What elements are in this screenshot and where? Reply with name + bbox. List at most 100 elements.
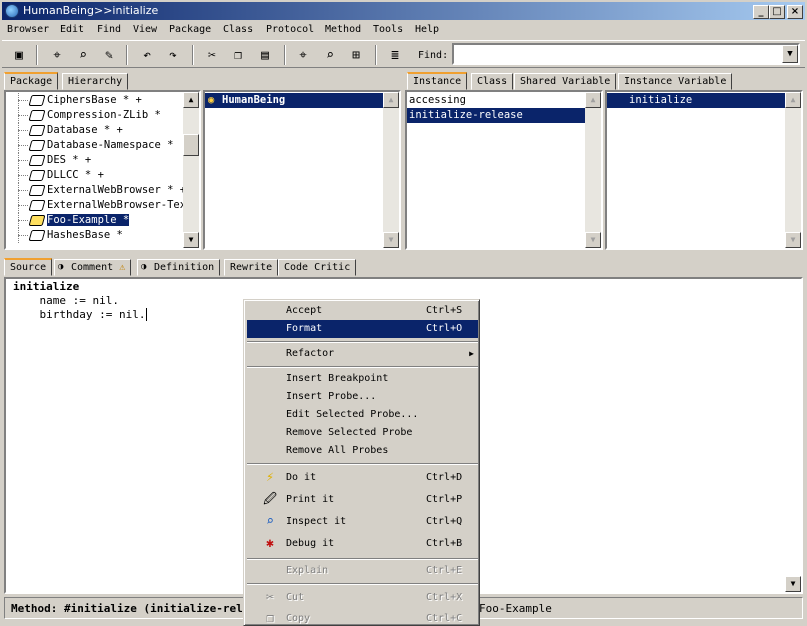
menu-find[interactable]: Find — [97, 24, 121, 35]
tab-shared-variable[interactable]: Shared Variable — [514, 73, 617, 90]
scroll-down-arrow-icon[interactable]: ▼ — [383, 232, 399, 248]
menu-item-cut[interactable]: ✂ Cut Ctrl+X — [247, 589, 478, 607]
scroll-down-arrow-icon[interactable]: ▼ — [585, 232, 601, 248]
search-references-icon[interactable]: ⌖ — [292, 44, 314, 66]
bug-icon: ✱ — [266, 536, 274, 551]
scroll-thumb[interactable] — [183, 134, 199, 156]
find-input[interactable]: ▼ — [452, 43, 800, 65]
list-item-selected[interactable]: ◉ HumanBeing — [205, 93, 383, 108]
tab-source[interactable]: Source — [4, 258, 53, 276]
search-messages-icon[interactable]: ⌕ — [319, 44, 341, 66]
package-icon — [28, 125, 46, 136]
protocol-list[interactable]: accessing initialize-release ▲ ▼ — [405, 90, 603, 250]
tab-rewrite[interactable]: Rewrite — [224, 259, 279, 276]
menu-item-print-it[interactable]: 🖉 Print it Ctrl+P — [247, 491, 478, 509]
menu-item-explain[interactable]: Explain Ctrl+E — [247, 562, 478, 580]
cut-icon[interactable]: ✂ — [201, 44, 223, 66]
title-bar[interactable]: HumanBeing>>initialize _ □ × — [2, 2, 805, 20]
menu-item-format[interactable]: Format Ctrl+O — [247, 320, 478, 338]
undo-icon[interactable]: ↶ — [136, 44, 158, 66]
paste-icon[interactable]: ▤ — [254, 44, 276, 66]
tab-instance-variable[interactable]: Instance Variable — [618, 73, 733, 90]
menu-browser[interactable]: Browser — [7, 24, 49, 35]
list-item[interactable]: Database-Namespace * — [10, 138, 173, 153]
copy-icon[interactable]: ❐ — [227, 44, 249, 66]
list-item[interactable]: DLLCC * + — [10, 168, 104, 183]
package-icon — [28, 140, 46, 151]
package-icon — [28, 200, 46, 211]
menu-item-copy[interactable]: ❐ Copy Ctrl+C — [247, 610, 478, 626]
list-item[interactable]: Compression-ZLib * — [10, 108, 161, 123]
class-list[interactable]: ◉ HumanBeing ▲ ▼ — [203, 90, 401, 250]
menu-item-accept[interactable]: Accept Ctrl+S — [247, 302, 478, 320]
find-dropdown-chevron-icon[interactable]: ▼ — [782, 45, 798, 63]
menu-method[interactable]: Method — [325, 24, 361, 35]
menu-protocol[interactable]: Protocol — [266, 24, 314, 35]
find-senders-icon[interactable]: ⌕ — [72, 44, 94, 66]
tab-instance[interactable]: Instance — [407, 72, 468, 90]
list-item[interactable]: accessing — [407, 93, 585, 108]
menu-class[interactable]: Class — [223, 24, 253, 35]
list-item-selected[interactable]: initialize — [607, 93, 785, 108]
menu-item-remove-all-probes[interactable]: Remove All Probes — [247, 442, 478, 460]
browser-window-icon[interactable]: ▣ — [8, 44, 30, 66]
minimize-button[interactable]: _ — [753, 5, 769, 19]
menu-item-do-it[interactable]: ⚡ Do it Ctrl+D — [247, 469, 478, 487]
scroll-up-arrow-icon[interactable]: ▲ — [585, 92, 601, 108]
find-label: Find: — [418, 50, 449, 61]
package-list[interactable]: CiphersBase * + Compression-ZLib * Datab… — [4, 90, 201, 250]
code-line: birthday := nil.​ — [13, 308, 148, 321]
tab-package[interactable]: Package — [4, 72, 59, 90]
menu-item-insert-breakpoint[interactable]: Insert Breakpoint — [247, 370, 478, 388]
tab-class[interactable]: Class — [471, 73, 514, 90]
submenu-arrow-icon: ▶ — [469, 349, 474, 358]
package-icon — [28, 170, 46, 181]
find-binoculars-icon[interactable]: ⌖ — [46, 44, 68, 66]
package-icon — [28, 95, 46, 106]
list-filter-icon[interactable]: ≣ — [384, 44, 406, 66]
scroll-up-arrow-icon[interactable]: ▲ — [785, 92, 801, 108]
close-button[interactable]: × — [787, 5, 803, 19]
tab-code-critic[interactable]: Code Critic — [278, 259, 357, 276]
list-item[interactable]: HashesBase * — [10, 228, 123, 243]
list-item[interactable]: DES * + — [10, 153, 91, 168]
scroll-down-arrow-icon[interactable]: ▼ — [785, 232, 801, 248]
code-scrollbar[interactable]: ▼ — [785, 576, 801, 592]
method-scrollbar[interactable]: ▲ ▼ — [785, 92, 801, 248]
menu-item-edit-selected-probe[interactable]: Edit Selected Probe... — [247, 406, 478, 424]
menu-tools[interactable]: Tools — [373, 24, 403, 35]
search-text-icon[interactable]: ⊞ — [345, 44, 367, 66]
package-scrollbar[interactable]: ▲ ▼ — [183, 92, 199, 248]
redo-icon[interactable]: ↷ — [162, 44, 184, 66]
scroll-down-arrow-icon[interactable]: ▼ — [785, 576, 801, 592]
menu-help[interactable]: Help — [415, 24, 439, 35]
class-icon: ◉ — [208, 94, 215, 106]
menu-edit[interactable]: Edit — [60, 24, 84, 35]
menu-view[interactable]: View — [133, 24, 157, 35]
menu-item-inspect-it[interactable]: ⌕ Inspect it Ctrl+Q — [247, 513, 478, 531]
scroll-down-arrow-icon[interactable]: ▼ — [183, 232, 199, 248]
tab-comment[interactable]: ◑ Comment ⚠ — [54, 259, 132, 276]
protocol-scrollbar[interactable]: ▲ ▼ — [585, 92, 601, 248]
tab-definition[interactable]: ◑ Definition — [137, 259, 221, 276]
warning-icon: ⚠ — [119, 262, 126, 273]
menu-package[interactable]: Package — [169, 24, 211, 35]
list-item-selected[interactable]: initialize-release — [407, 108, 585, 123]
list-item-selected[interactable]: Foo-Example * — [10, 213, 130, 228]
method-list[interactable]: initialize ▲ ▼ — [605, 90, 803, 250]
menu-item-remove-selected-probe[interactable]: Remove Selected Probe — [247, 424, 478, 442]
scroll-up-arrow-icon[interactable]: ▲ — [383, 92, 399, 108]
list-item[interactable]: ExternalWebBrowser * + — [10, 183, 186, 198]
list-item[interactable]: Database * + — [10, 123, 123, 138]
class-scrollbar[interactable]: ▲ ▼ — [383, 92, 399, 248]
list-item[interactable]: ExternalWebBrowser-Text — [10, 198, 192, 213]
maximize-button[interactable]: □ — [769, 5, 785, 19]
menu-item-debug-it[interactable]: ✱ Debug it Ctrl+B — [247, 535, 478, 553]
package-warning-icon — [28, 215, 46, 226]
scroll-up-arrow-icon[interactable]: ▲ — [183, 92, 199, 108]
find-implementors-icon[interactable]: ✎ — [98, 44, 120, 66]
tab-hierarchy[interactable]: Hierarchy — [62, 73, 129, 90]
menu-item-refactor[interactable]: Refactor ▶ — [247, 345, 478, 363]
menu-item-insert-probe[interactable]: Insert Probe... — [247, 388, 478, 406]
list-item[interactable]: CiphersBase * + — [10, 93, 142, 108]
